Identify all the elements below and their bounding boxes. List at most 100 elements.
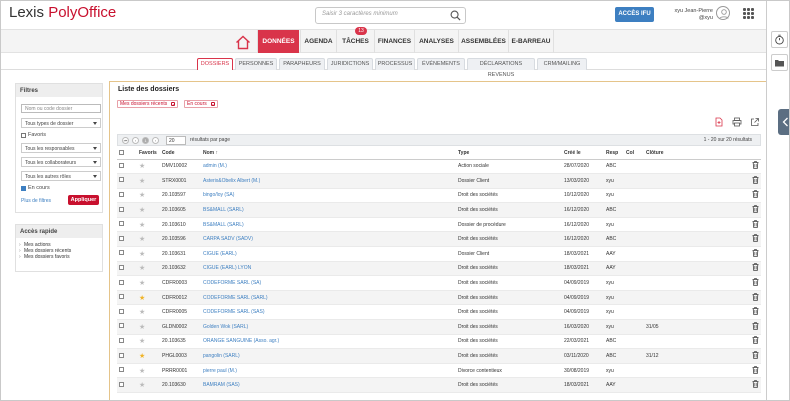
tab-personnes[interactable]: PERSONNES bbox=[235, 58, 277, 70]
collaborateurs-select[interactable]: Tous les collaborateurs bbox=[21, 157, 101, 167]
table-row[interactable]: ★ 20.103632 CIGUE (EARL) LYON Droit des soc… bbox=[117, 261, 761, 277]
star-icon[interactable]: ★ bbox=[139, 309, 145, 316]
trash-icon[interactable] bbox=[752, 249, 759, 257]
tab-juridictions[interactable]: JURIDICTIONS bbox=[327, 58, 373, 70]
responsables-select[interactable]: Tous les responsables bbox=[21, 143, 101, 153]
star-icon[interactable]: ★ bbox=[139, 207, 145, 214]
table-row[interactable]: ★ 20.103596 CARPA SADV (SADV) Droit des soc… bbox=[117, 231, 761, 248]
cell-nom-link[interactable]: BS&MALL (SARL) bbox=[201, 202, 456, 218]
col-nom[interactable]: Nom ↑ bbox=[201, 148, 456, 160]
favoris-checkbox[interactable]: Favoris bbox=[21, 132, 46, 138]
trash-icon[interactable] bbox=[752, 161, 759, 170]
table-row[interactable]: ★ 20.103635 ORANGE SANGUINE (Asso. agr.) Dr… bbox=[117, 334, 761, 350]
close-icon[interactable]: × bbox=[171, 102, 176, 107]
table-row[interactable]: ★ 20.103630 BAMRAM (SAS) Droit des sociétés… bbox=[117, 377, 761, 393]
cell-nom-link[interactable]: CODEFORME SARL (SA) bbox=[201, 275, 456, 291]
row-checkbox[interactable] bbox=[119, 264, 124, 270]
star-icon[interactable]: ★ bbox=[139, 368, 145, 375]
per-page-select[interactable]: 20 bbox=[166, 136, 186, 145]
row-checkbox[interactable] bbox=[119, 381, 124, 387]
table-row[interactable]: ★ PHGL0003 pangolin (SARL) Droit des sociét… bbox=[117, 348, 761, 364]
tab-parapheurs[interactable]: PARAPHEURS bbox=[279, 58, 325, 70]
open-external-icon[interactable] bbox=[750, 117, 760, 127]
menu-item-finances[interactable]: FINANCES bbox=[374, 30, 414, 53]
star-icon[interactable]: ★ bbox=[139, 295, 145, 302]
star-icon[interactable]: ★ bbox=[139, 280, 145, 287]
row-checkbox[interactable] bbox=[119, 294, 124, 300]
cell-nom-link[interactable]: ORANGE SANGUINE (Asso. agr.) bbox=[201, 334, 456, 350]
row-checkbox[interactable] bbox=[119, 367, 124, 373]
row-checkbox[interactable] bbox=[119, 235, 124, 241]
trash-icon[interactable] bbox=[752, 190, 759, 199]
cell-nom-link[interactable]: admin (M.) bbox=[201, 159, 456, 175]
row-checkbox[interactable] bbox=[119, 191, 124, 197]
row-checkbox[interactable] bbox=[119, 250, 124, 256]
tab-dossiers[interactable]: DOSSIERS bbox=[197, 58, 233, 70]
row-checkbox[interactable] bbox=[119, 206, 124, 212]
chip-recent[interactable]: Mes dossiers récents × bbox=[117, 100, 179, 108]
table-row[interactable]: ★ 20.103597 bingo/loy (SA) Droit des sociét… bbox=[117, 188, 761, 204]
tab-declarations-revenus[interactable]: DÉCLARATIONS REVENUS bbox=[467, 58, 535, 78]
apps-grid-icon[interactable] bbox=[743, 8, 754, 19]
star-icon[interactable]: ★ bbox=[139, 338, 145, 345]
dossier-name-input[interactable]: Nom ou code dossier bbox=[21, 104, 101, 113]
table-row[interactable]: ★ STRX0001 Asterix&Obelix Albert (M.) Dossi… bbox=[117, 173, 761, 189]
cell-nom-link[interactable]: Golden Wok (SARL) bbox=[201, 319, 456, 335]
cell-nom-link[interactable]: CODEFORME SARL (SAS) bbox=[201, 304, 456, 321]
table-row[interactable]: ★ 20.103631 CIGUE (EARL) Dossier Client 18/0… bbox=[117, 246, 761, 262]
menu-item-assemblees[interactable]: ASSEMBLÉES bbox=[458, 30, 508, 53]
first-page-button[interactable]: ⏮ bbox=[122, 137, 129, 144]
col-cloture[interactable]: Clôture bbox=[644, 148, 739, 160]
trash-icon[interactable] bbox=[752, 278, 759, 286]
logo[interactable]: Lexis PolyOffice bbox=[9, 4, 116, 21]
cell-nom-link[interactable]: bingo/loy (SA) bbox=[201, 188, 456, 204]
table-row[interactable]: ★ PRRR0001 pierre paul (M.) Divorce content… bbox=[117, 363, 761, 379]
search-input[interactable]: Saisir 3 caractères minimum bbox=[315, 7, 466, 24]
cell-nom-link[interactable]: CIGUE (EARL) LYON bbox=[201, 261, 456, 277]
table-row[interactable]: ★ 20.103605 BS&MALL (SARL) Droit des sociét… bbox=[117, 202, 761, 218]
trash-icon[interactable] bbox=[752, 263, 759, 272]
table-row[interactable]: ★ DMV10002 admin (M.) Action sociale 28/07/2… bbox=[117, 159, 761, 175]
cell-nom-link[interactable]: pangolin (SARL) bbox=[201, 348, 456, 364]
folder-button[interactable] bbox=[771, 54, 788, 71]
menu-item-analyses[interactable]: ANALYSES bbox=[414, 30, 458, 53]
tab-processus[interactable]: PROCESSUS bbox=[375, 58, 415, 70]
star-icon[interactable]: ★ bbox=[139, 236, 145, 243]
trash-icon[interactable] bbox=[752, 351, 759, 359]
row-checkbox[interactable] bbox=[119, 162, 124, 168]
home-button[interactable] bbox=[230, 31, 255, 53]
roles-select[interactable]: Tous les autres rôles bbox=[21, 171, 101, 181]
next-page-button[interactable]: › bbox=[152, 137, 159, 144]
collapse-panel-button[interactable] bbox=[778, 109, 789, 135]
col-type[interactable]: Type bbox=[456, 148, 562, 160]
en-cours-box[interactable] bbox=[21, 185, 26, 191]
cell-nom-link[interactable]: pierre paul (M.) bbox=[201, 363, 456, 379]
menu-item-ebarreau[interactable]: E-BARREAU bbox=[508, 30, 554, 53]
row-checkbox[interactable] bbox=[119, 279, 124, 285]
star-icon[interactable]: ★ bbox=[139, 222, 145, 229]
favoris-box[interactable] bbox=[21, 132, 26, 138]
col-code[interactable]: Code bbox=[160, 148, 201, 160]
row-checkbox[interactable] bbox=[119, 337, 124, 343]
cell-nom-link[interactable]: BS&MALL (SARL) bbox=[201, 217, 456, 233]
row-checkbox[interactable] bbox=[119, 308, 124, 314]
star-icon[interactable]: ★ bbox=[139, 265, 145, 272]
close-icon[interactable]: × bbox=[210, 102, 215, 107]
col-col[interactable]: Col bbox=[624, 148, 644, 160]
star-icon[interactable]: ★ bbox=[139, 178, 145, 185]
trash-icon[interactable] bbox=[752, 365, 759, 374]
star-icon[interactable]: ★ bbox=[139, 353, 145, 360]
chip-en-cours[interactable]: En cours × bbox=[184, 100, 218, 108]
table-row[interactable]: ★ CDFR0012 CODEFORME SARL (SARL) Droit des … bbox=[117, 290, 761, 306]
col-cree[interactable]: Créé le bbox=[562, 148, 604, 160]
trash-icon[interactable] bbox=[752, 292, 759, 301]
timer-button[interactable] bbox=[771, 31, 788, 48]
col-resp[interactable]: Resp bbox=[604, 148, 624, 160]
pdf-export-icon[interactable] bbox=[714, 117, 724, 127]
print-icon[interactable] bbox=[732, 117, 742, 127]
table-row[interactable]: ★ GLDN0002 Golden Wok (SARL) Droit des soci… bbox=[117, 319, 761, 335]
type-select[interactable]: Tous types de dossier bbox=[21, 118, 101, 128]
trash-icon[interactable] bbox=[752, 322, 759, 330]
star-icon[interactable]: ★ bbox=[139, 251, 145, 258]
apply-button[interactable]: Appliquer bbox=[68, 195, 99, 205]
